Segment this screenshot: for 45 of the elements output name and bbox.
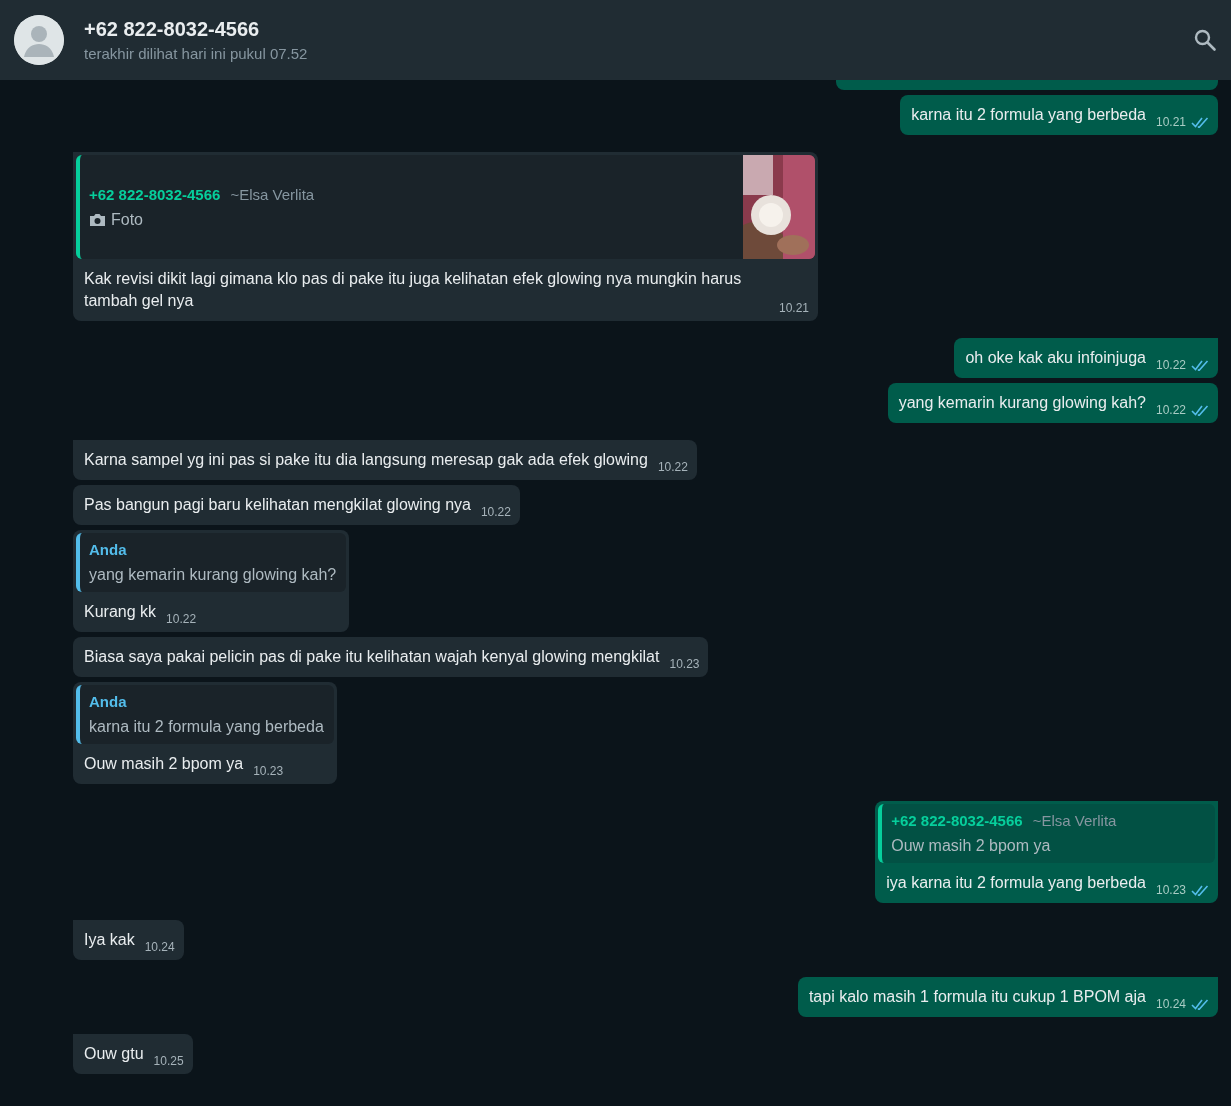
quote-text: Foto bbox=[111, 210, 143, 229]
message-text: Ouw gtu bbox=[84, 1044, 144, 1064]
message-text: Iya kak bbox=[84, 930, 135, 950]
message-time: 10.22 bbox=[480, 505, 511, 520]
message-time: 10.22 bbox=[1155, 358, 1186, 373]
quote-author: +62 822-8032-4566 bbox=[891, 812, 1023, 829]
avatar-icon[interactable] bbox=[14, 15, 64, 65]
quoted-message[interactable]: +62 822-8032-4566 ~Elsa Verlita Foto bbox=[76, 155, 815, 259]
message-time: 10.22 bbox=[1155, 403, 1186, 418]
message-time: 10.23 bbox=[1155, 883, 1186, 898]
message-text: Kurang kk bbox=[84, 602, 157, 622]
camera-icon bbox=[89, 212, 106, 227]
message-text: Kak revisi dikit lagi gimana klo pas di pake itu juga kelihatan efek glowing nya mungkin harus tambah gel nya bbox=[84, 269, 743, 311]
message-time: 10.24 bbox=[144, 940, 175, 955]
quoted-message[interactable]: Anda karna itu 2 formula yang berbeda bbox=[76, 685, 334, 744]
quote-author-alias: ~Elsa Verlita bbox=[1032, 812, 1117, 829]
message-text: Karna sampel yg ini pas si pake itu dia langsung meresap gak ada efek glowing bbox=[84, 450, 648, 470]
contact-name[interactable]: +62 822-8032-4566 bbox=[84, 18, 308, 41]
quote-author-alias: ~Elsa Verlita bbox=[230, 185, 315, 203]
message-time: 10.22 bbox=[166, 612, 197, 627]
quote-text: Ouw masih 2 bpom ya bbox=[891, 837, 1051, 855]
quote-author: +62 822-8032-4566 bbox=[89, 185, 221, 203]
message-text: yang kemarin kurang glowing kah? bbox=[898, 393, 1146, 413]
quote-author: Anda bbox=[89, 541, 127, 558]
quote-author: Anda bbox=[89, 693, 127, 710]
search-icon[interactable] bbox=[1193, 28, 1217, 52]
message-text: oh oke kak aku infoinjuga bbox=[965, 348, 1146, 368]
message-time: 10.24 bbox=[1155, 997, 1186, 1012]
message-text: tapi kalo masih 1 formula itu cukup 1 BPOM aja bbox=[808, 987, 1146, 1007]
quoted-message[interactable]: +62 822-8032-4566 ~Elsa Verlita Ouw masih 2 bpom ya bbox=[878, 804, 1215, 863]
message-time: 10.21 bbox=[778, 301, 809, 316]
message-time: 10.23 bbox=[669, 657, 700, 672]
message-time: 10.22 bbox=[657, 460, 688, 475]
message-text: iya karna itu 2 formula yang berbeda bbox=[886, 873, 1146, 893]
message-text: Biasa saya pakai pelicin pas di pake itu kelihatan wajah kenyal glowing mengkilat bbox=[84, 647, 660, 667]
quote-text: karna itu 2 formula yang berbeda bbox=[89, 718, 324, 736]
message-text: karna itu 2 formula yang berbeda bbox=[911, 105, 1146, 125]
message-time: 10.23 bbox=[253, 764, 284, 779]
quote-text: yang kemarin kurang glowing kah? bbox=[89, 566, 337, 584]
last-seen-status: terakhir dilihat hari ini pukul 07.52 bbox=[84, 45, 308, 62]
message-text: Ouw masih 2 bpom ya bbox=[84, 754, 244, 774]
message-time: 10.21 bbox=[1155, 115, 1186, 130]
quoted-message[interactable]: Anda yang kemarin kurang glowing kah? bbox=[76, 533, 347, 592]
message-time: 10.25 bbox=[153, 1054, 184, 1069]
message-text: Pas bangun pagi baru kelihatan mengkilat glowing nya bbox=[84, 495, 471, 515]
